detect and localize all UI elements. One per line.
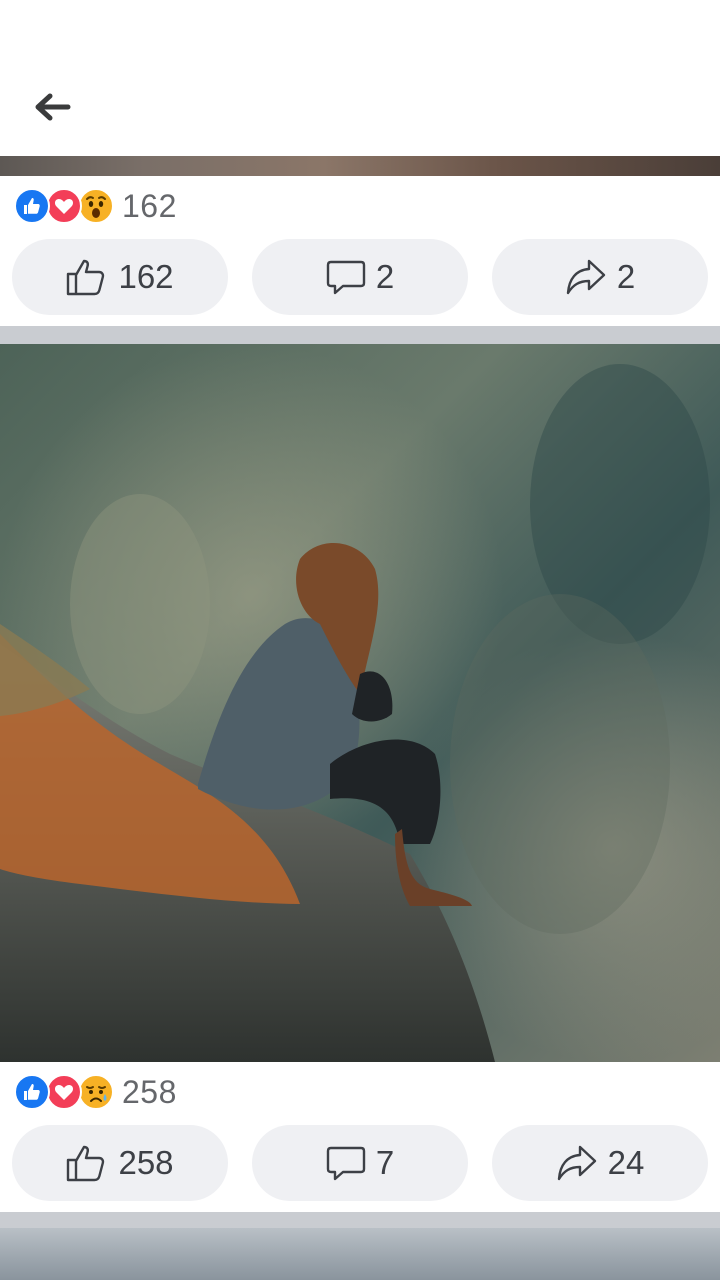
wow-icon	[78, 188, 114, 224]
action-bar: 162 2 2	[0, 239, 720, 315]
comment-icon	[326, 260, 366, 295]
reaction-count: 162	[122, 187, 177, 224]
post-photo-partial[interactable]	[0, 156, 720, 176]
comment-icon	[326, 1146, 366, 1181]
arrow-left-icon	[35, 93, 71, 121]
comment-count: 7	[375, 1144, 395, 1181]
love-icon	[46, 1074, 82, 1110]
share-icon	[557, 1145, 596, 1181]
thumbs-up-icon	[67, 259, 105, 296]
reaction-summary[interactable]: 258	[14, 1072, 177, 1112]
comment-button[interactable]: 7	[252, 1125, 468, 1201]
reaction-summary[interactable]: 162	[14, 186, 177, 226]
like-button[interactable]: 162	[12, 239, 228, 315]
share-button[interactable]: 2	[492, 239, 708, 315]
like-button[interactable]: 258	[12, 1125, 228, 1201]
comment-count: 2	[375, 258, 395, 295]
like-icon	[14, 1074, 50, 1110]
share-count: 2	[616, 258, 636, 295]
back-button[interactable]	[28, 86, 76, 128]
top-bar	[0, 0, 720, 156]
like-count: 258	[118, 1144, 174, 1181]
post-photo-partial[interactable]	[0, 1228, 720, 1280]
action-bar: 258 7 24	[0, 1125, 720, 1201]
sad-icon	[78, 1074, 114, 1110]
landscape-photo	[0, 344, 720, 1062]
thumbs-up-icon	[67, 1145, 105, 1182]
post-photo[interactable]	[0, 344, 720, 1062]
post-separator	[0, 326, 720, 344]
reaction-count: 258	[122, 1073, 177, 1110]
comment-button[interactable]: 2	[252, 239, 468, 315]
like-count: 162	[118, 258, 174, 295]
share-button[interactable]: 24	[492, 1125, 708, 1201]
share-count: 24	[607, 1144, 645, 1181]
love-icon	[46, 188, 82, 224]
like-icon	[14, 188, 50, 224]
share-icon	[566, 259, 606, 295]
